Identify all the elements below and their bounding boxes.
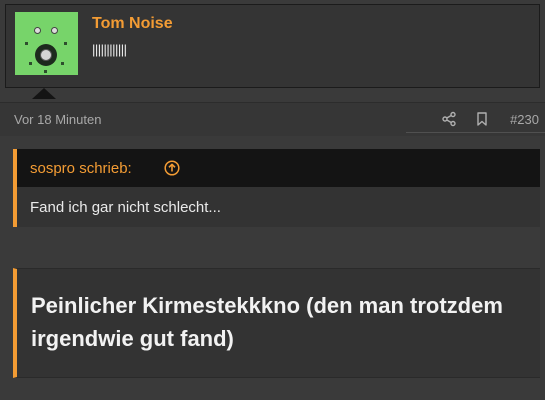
quote-text: Fand ich gar nicht schlecht... [30,199,221,216]
pcb-dot [61,62,64,65]
user-title: |||||||||||| [92,42,127,57]
quote-header: sospro schrieb: [17,149,540,187]
pcb-dot [44,70,47,73]
username[interactable]: Tom Noise [92,15,173,33]
user-card: Tom Noise |||||||||||| [5,4,540,88]
pcb-dot [29,62,32,65]
post-meta-bar: Vor 18 Minuten #230 [0,102,545,136]
pedal-knob-icon [51,27,58,34]
user-card-pointer [32,88,56,99]
post-heading: Peinlicher Kirmestekkkno (den man trotzd… [31,293,503,351]
avatar[interactable] [15,12,78,75]
quote-block: sospro schrieb: Fand ich gar nicht schle… [13,149,540,227]
post-time[interactable]: Vor 18 Minuten [14,112,101,127]
post-number[interactable]: #230 [510,112,539,127]
quote-author[interactable]: sospro schrieb: [30,160,132,177]
share-icon[interactable] [441,111,457,127]
pedal-knob-cap [40,49,52,61]
meta-divider [406,132,545,133]
pcb-dot [25,42,28,45]
post-heading-block: Peinlicher Kirmestekkkno (den man trotzd… [13,268,540,378]
bookmark-icon[interactable] [474,111,490,127]
pedal-knob-icon [34,27,41,34]
pcb-dot [64,42,67,45]
arrow-up-circle-icon[interactable] [164,160,180,176]
